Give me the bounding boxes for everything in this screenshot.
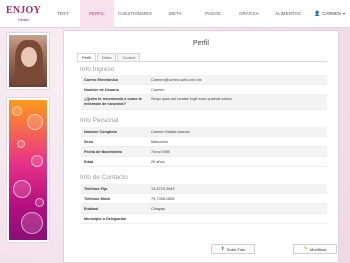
- profile-panel: Perfil Perfil Dieta Control Info Ingreso…: [63, 30, 339, 263]
- chevron-down-icon: ▾: [342, 11, 345, 16]
- profile-photo: [9, 35, 47, 87]
- upload-photo-label: Subir Foto: [226, 246, 246, 252]
- section-title-contacto: Info de Contacto: [80, 174, 128, 181]
- nav-item-test[interactable]: TEST: [46, 0, 80, 28]
- row-value: [149, 214, 327, 223]
- table-row: ¿Quién te recomendó o como te enteraste …: [81, 95, 327, 110]
- main-nav: TEST PERFIL CUESTIONARIO DIETA PAGOS GRÁ…: [46, 0, 310, 28]
- profile-tabs: Perfil Dieta Control: [77, 53, 327, 62]
- nav-item-alimentos[interactable]: ALIMENTOS: [266, 0, 310, 28]
- row-value: Masculino: [151, 140, 169, 144]
- photo-face: [21, 47, 37, 67]
- row-label: Fecha de Nacimiento: [84, 150, 122, 154]
- row-value: Sequi quos aut beatae fugif esse quaerat…: [151, 97, 233, 101]
- top-navigation-bar: ENJOY Health TEST PERFIL CUESTIONARIO DI…: [0, 0, 350, 28]
- bubble: [35, 198, 44, 207]
- bubble: [12, 106, 22, 116]
- row-label: Nombre de Usuario: [84, 88, 120, 92]
- table-row: Teléfono Fijo 13-5719-3943: [81, 184, 327, 194]
- row-value: Chiapas: [151, 207, 165, 211]
- decorative-banner-frame: [6, 97, 50, 243]
- row-value: 13-5719-3943: [151, 187, 175, 191]
- bubble: [17, 140, 25, 148]
- page-title: Perfil: [193, 40, 209, 47]
- row-label: Edad: [84, 160, 94, 164]
- user-icon: 👤: [314, 11, 321, 17]
- row-value: Carmen@correo-web.com.mx: [151, 78, 202, 82]
- bubble: [13, 180, 31, 198]
- table-row: Correo Electrónico Carmen@correo-web.com…: [81, 75, 327, 85]
- nav-item-cuestionario[interactable]: CUESTIONARIO: [114, 0, 156, 28]
- upload-photo-button[interactable]: ⬆ Subir Foto: [211, 244, 255, 254]
- row-label: Sexo: [84, 140, 94, 144]
- logo[interactable]: ENJOY Health: [6, 3, 41, 25]
- bubble: [27, 114, 43, 130]
- user-menu[interactable]: 👤 CARMEN ▾: [314, 0, 345, 28]
- section-title-ingreso: Info Ingreso: [80, 66, 115, 73]
- tab-perfil[interactable]: Perfil: [77, 53, 97, 61]
- bubble: [21, 212, 43, 234]
- row-label: Municipio o Delegación: [84, 217, 127, 221]
- table-row: Municipio o Delegación: [81, 214, 327, 224]
- row-value: 79-7058-0885: [151, 197, 175, 201]
- nav-item-pagos[interactable]: PAGOS: [194, 0, 232, 28]
- row-value: 29 años: [151, 160, 165, 164]
- row-label: Correo Electrónico: [84, 78, 119, 82]
- table-row: Teléfono Móvil 79-7058-0885: [81, 194, 327, 204]
- row-value: Carmen: [151, 88, 165, 92]
- table-row: Fecha de Nacimiento 7/nov/1985: [81, 147, 327, 157]
- table-row: Sexo Masculino: [81, 137, 327, 147]
- logo-subtext: Health: [18, 17, 30, 22]
- row-label: Teléfono Móvil: [84, 197, 111, 201]
- nav-item-perfil[interactable]: PERFIL: [80, 0, 114, 28]
- upload-icon: ⬆: [220, 246, 225, 252]
- edit-profile-label: Modificar: [309, 246, 327, 252]
- tab-dieta[interactable]: Dieta: [97, 53, 117, 61]
- row-value: Carmen Malisa Aranda: [151, 130, 190, 134]
- row-label: Teléfono Fijo: [84, 187, 108, 191]
- bubble: [31, 155, 43, 167]
- user-name: CARMEN: [322, 11, 341, 16]
- table-row: Edad 29 años: [81, 157, 327, 167]
- tab-control[interactable]: Control: [117, 53, 141, 61]
- profile-photo-frame: [6, 32, 50, 90]
- nav-item-grafica[interactable]: GRÁFICA: [232, 0, 266, 28]
- row-label: ¿Quién te recomendó o como te enteraste …: [84, 97, 143, 106]
- row-value: 7/nov/1985: [151, 150, 170, 154]
- row-label: Nombre Completo: [84, 130, 117, 134]
- table-row: Nombre de Usuario Carmen: [81, 85, 327, 95]
- edit-profile-button[interactable]: ✎ Modificar: [293, 244, 337, 254]
- decorative-banner: [9, 100, 47, 240]
- section-title-personal: Info Personal: [80, 117, 119, 124]
- table-row: Entidad Chiapas: [81, 204, 327, 214]
- logo-text: ENJOY: [6, 5, 41, 16]
- row-label: Entidad: [84, 207, 98, 211]
- table-row: Nombre Completo Carmen Malisa Aranda: [81, 127, 327, 137]
- nav-item-dieta[interactable]: DIETA: [156, 0, 194, 28]
- pencil-icon: ✎: [303, 246, 308, 252]
